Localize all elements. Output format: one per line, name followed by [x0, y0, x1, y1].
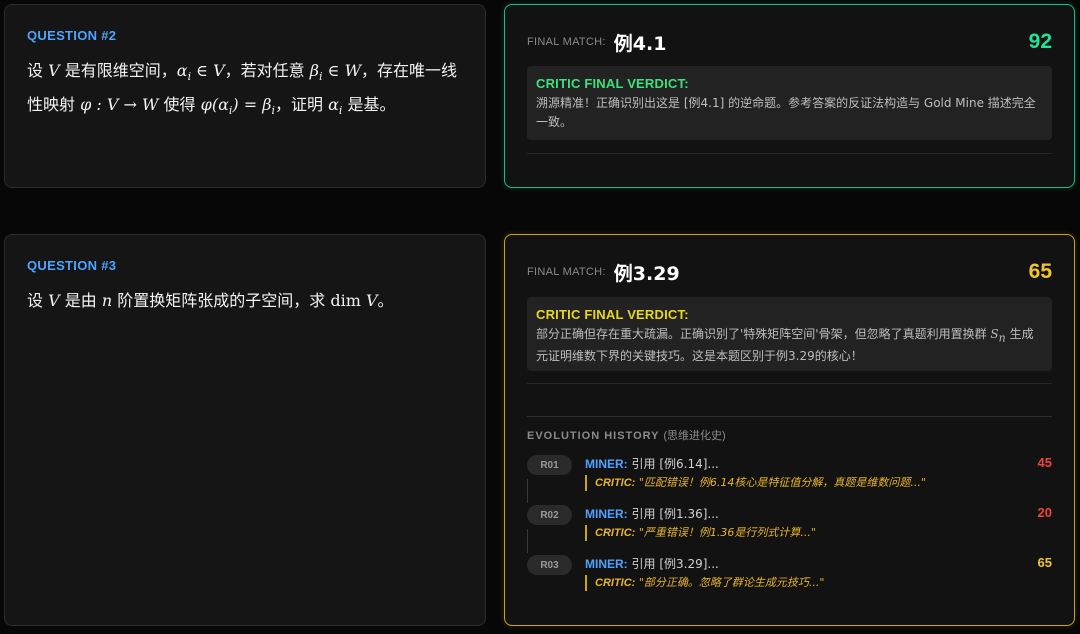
evolution-round: R02 MINER: 引用 [例1.36]... CRITIC: "严重错误！例… — [527, 503, 1052, 543]
round-score: 65 — [1037, 555, 1052, 570]
divider — [527, 416, 1052, 417]
divider — [527, 153, 1052, 154]
question-card-3: QUESTION #3 设 V 是由 n 阶置换矩阵张成的子空间，求 dim V… — [4, 234, 486, 626]
miner-line: MINER: 引用 [例6.14]... — [585, 457, 719, 471]
evolution-round: R03 MINER: 引用 [例3.29]... CRITIC: "部分正确。忽… — [527, 553, 1052, 593]
divider — [527, 383, 1052, 384]
critic-verdict-box: CRITIC FINAL VERDICT: 溯源精准！正确识别出这是 [例4.1… — [527, 66, 1052, 140]
final-match-title: 例3.29 — [613, 262, 680, 285]
final-match-row: FINAL MATCH: 例4.1 92 — [527, 27, 1052, 57]
miner-line: MINER: 引用 [例3.29]... — [585, 557, 719, 571]
round-badge: R01 — [527, 455, 572, 475]
critic-verdict-title: CRITIC FINAL VERDICT: — [536, 76, 689, 91]
question-text: 设 V 是由 n 阶置换矩阵张成的子空间，求 dim V。 — [27, 291, 394, 310]
round-score: 45 — [1037, 455, 1052, 470]
round-score: 20 — [1037, 505, 1052, 520]
critic-verdict-box: CRITIC FINAL VERDICT: 部分正确但存在重大疏漏。正确识别了'… — [527, 297, 1052, 371]
evolution-history-title: EVOLUTION HISTORY (思维进化史) — [527, 430, 726, 442]
final-match-label: FINAL MATCH: — [527, 36, 606, 48]
critic-line: CRITIC: "匹配错误！例6.14核心是特征值分解，真题是维数问题..." — [585, 475, 1022, 491]
match-card-3: FINAL MATCH: 例3.29 65 CRITIC FINAL VERDI… — [504, 234, 1075, 626]
critic-verdict-text: 部分正确但存在重大疏漏。正确识别了'特殊矩阵空间'骨架，但忽略了真题利用置换群 … — [536, 327, 1034, 364]
final-match-title: 例4.1 — [613, 32, 667, 55]
final-match-row: FINAL MATCH: 例3.29 65 — [527, 257, 1052, 287]
critic-line: CRITIC: "严重错误！例1.36是行列式计算..." — [585, 525, 1022, 541]
match-score: 92 — [1028, 30, 1052, 53]
critic-verdict-text: 溯源精准！正确识别出这是 [例4.1] 的逆命题。参考答案的反证法构造与 Gol… — [536, 96, 1036, 129]
round-badge: R03 — [527, 555, 572, 575]
evolution-round: R01 MINER: 引用 [例6.14]... CRITIC: "匹配错误！例… — [527, 453, 1052, 493]
question-label: QUESTION #2 — [27, 28, 117, 43]
question-card-2: QUESTION #2 设 V 是有限维空间，αi ∈ V，若对任意 βi ∈ … — [4, 4, 486, 188]
final-match-label: FINAL MATCH: — [527, 266, 606, 278]
round-badge: R02 — [527, 505, 572, 525]
question-label: QUESTION #3 — [27, 258, 117, 273]
critic-line: CRITIC: "部分正确。忽略了群论生成元技巧..." — [585, 575, 1022, 591]
match-score: 65 — [1028, 260, 1052, 283]
question-text: 设 V 是有限维空间，αi ∈ V，若对任意 βi ∈ W，存在唯一线性映射 φ… — [27, 61, 458, 118]
critic-verdict-title: CRITIC FINAL VERDICT: — [536, 307, 689, 322]
miner-line: MINER: 引用 [例1.36]... — [585, 507, 719, 521]
match-card-2: FINAL MATCH: 例4.1 92 CRITIC FINAL VERDIC… — [504, 4, 1075, 188]
